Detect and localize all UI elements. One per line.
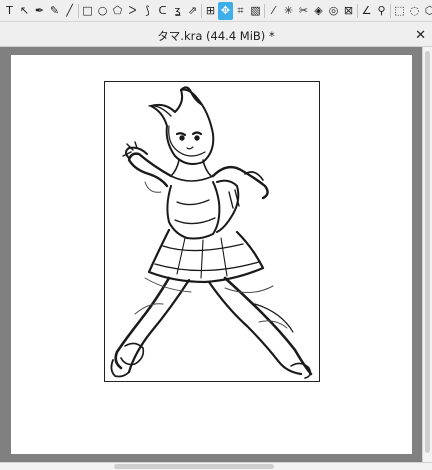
elliptical-selection-tool-icon[interactable]: ◌ [407,2,422,20]
freehand-brush-tool-icon[interactable]: ✎ [47,2,62,20]
assistant-tool-icon[interactable]: ⊠ [341,2,356,20]
transform-tool-icon[interactable]: ⊞ [203,2,218,20]
document-tab[interactable]: タマ.kra (44.4 MiB) * ✕ [0,26,432,47]
horizontal-scrollbar-thumb[interactable] [114,464,274,469]
character-sketch-image [110,86,313,379]
measure-tool-icon[interactable]: ∠ [359,2,374,20]
edit-shapes-tool-icon[interactable]: ↖ [17,2,32,20]
freehand-path-tool-icon[interactable]: ᑕ [155,2,170,20]
enclose-fill-tool-icon[interactable]: ◎ [326,2,341,20]
text-tool-icon[interactable]: T [2,2,17,20]
line-tool-icon[interactable]: ╱ [62,2,77,20]
canvas-page[interactable] [11,55,412,454]
fill-tool-icon[interactable]: ◈ [311,2,326,20]
smart-patch-tool-icon[interactable]: ✂ [296,2,311,20]
horizontal-scrollbar[interactable] [0,462,432,470]
reference-images-tool-icon[interactable]: ⚲ [374,2,389,20]
toolbar-separator [264,3,265,18]
close-document-icon[interactable]: ✕ [415,27,426,45]
toolbar-separator [78,3,79,18]
crop-tool-icon[interactable]: ⌗ [233,2,248,20]
move-tool-icon[interactable]: ✥ [218,1,233,20]
document-tab-title[interactable]: タマ.kra (44.4 MiB) * [157,28,274,44]
toolbar-separator [390,3,391,18]
toolbox: T↖✒✎╱□○⬠ᐳ⟆ᑕʓ⇗⊞✥⌗▧⁄✳✂◈◎⊠∠⚲⬚◌⬡◯ [0,0,432,22]
multibrush-tool-icon[interactable]: ⇗ [185,2,200,20]
rectangular-selection-tool-icon[interactable]: ⬚ [392,2,407,20]
gradient-tool-icon[interactable]: ▧ [248,2,263,20]
color-sampler-tool-icon[interactable]: ⁄ [266,2,281,20]
polygonal-selection-tool-icon[interactable]: ⬡ [422,2,432,20]
calligraphy-tool-icon[interactable]: ✒ [32,2,47,20]
vertical-scrollbar[interactable] [422,47,432,462]
canvas-viewport[interactable] [0,47,432,462]
dynamic-brush-tool-icon[interactable]: ʓ [170,2,185,20]
vertical-scrollbar-thumb[interactable] [425,51,430,453]
bezier-curve-tool-icon[interactable]: ⟆ [140,2,155,20]
toolbar-separator [357,3,358,18]
polyline-tool-icon[interactable]: ᐳ [125,2,140,20]
polygon-tool-icon[interactable]: ⬠ [110,2,125,20]
ellipse-tool-icon[interactable]: ○ [95,2,110,20]
colorize-mask-tool-icon[interactable]: ✳ [281,2,296,20]
toolbar-separator [201,3,202,18]
rectangle-tool-icon[interactable]: □ [80,2,95,20]
sketch-frame [104,81,320,382]
